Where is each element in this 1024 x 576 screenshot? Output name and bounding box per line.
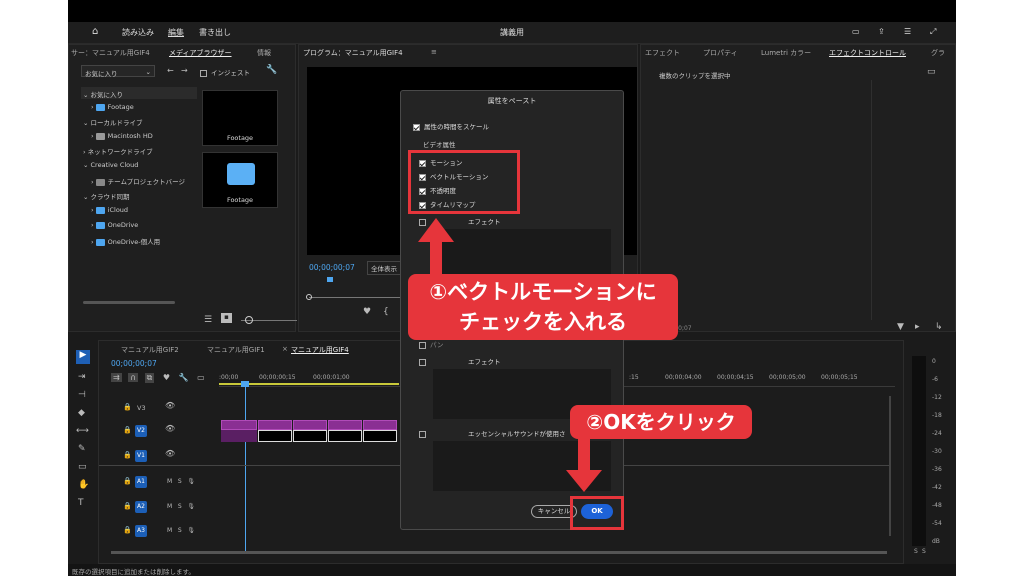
arrow-up xyxy=(418,218,454,276)
callout-step2: ②OKをクリック xyxy=(570,405,752,439)
callout-step1: ①ベクトルモーションに チェックを入れる xyxy=(408,274,678,340)
arrow-down xyxy=(566,438,602,492)
callout-step1-line2: チェックを入れる xyxy=(459,310,627,334)
callout-step1-line1: ①ベクトルモーションに xyxy=(429,280,657,304)
